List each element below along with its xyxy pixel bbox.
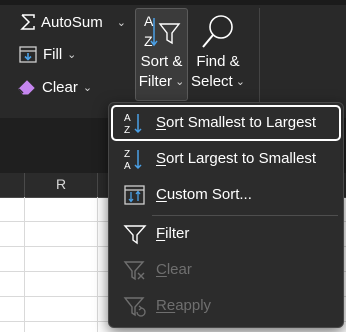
menu-item-label: Custom Sort... (156, 186, 252, 203)
svg-text:Z: Z (124, 149, 130, 160)
ribbon-group-divider (259, 8, 260, 116)
sort-descending-icon: Z A (124, 149, 142, 170)
fill-button[interactable]: Fill ⌄ (18, 44, 76, 64)
column-separator[interactable] (97, 173, 98, 197)
find-select-button[interactable]: Find & Select ⌄ (190, 9, 246, 99)
chevron-down-icon: ⌄ (116, 16, 126, 29)
magnifier-icon (202, 15, 233, 48)
sort-filter-icon: A Z (144, 13, 180, 49)
find-select-label-line2: Select (191, 73, 233, 90)
eraser-icon (18, 80, 35, 95)
ribbon-top-strip (0, 0, 346, 5)
menu-item-label: Filter (156, 225, 190, 242)
menu-item-clear-filter[interactable]: Clear (113, 254, 339, 286)
svg-text:Z: Z (124, 125, 130, 134)
svg-text:A: A (144, 13, 154, 29)
menu-item-custom-sort[interactable]: Custom Sort... (113, 179, 339, 211)
fill-label: Fill (43, 45, 63, 63)
filter-icon (123, 225, 147, 245)
chevron-down-icon: ⌄ (235, 76, 245, 88)
menu-item-reapply-filter[interactable]: Reapply (113, 290, 339, 322)
menu-item-sort-largest-to-smallest[interactable]: Z A Sort Largest to Smallest (113, 143, 339, 175)
grid-line (97, 197, 98, 332)
sort-filter-button[interactable]: A Z Sort & Filter ⌄ (135, 8, 188, 101)
autosum-label: AutoSum (41, 13, 103, 31)
svg-text:A: A (124, 161, 131, 170)
column-separator[interactable] (24, 173, 25, 197)
clear-button[interactable]: Clear ⌄ (16, 77, 92, 97)
column-header-r[interactable]: R (56, 176, 66, 192)
custom-sort-icon (124, 185, 145, 205)
sort-filter-label-line1: Sort & (140, 53, 183, 70)
sort-filter-menu: A Z Sort Smallest to Largest Z A Sort La… (108, 102, 344, 328)
clear-filter-icon (123, 261, 145, 281)
menu-item-label: Sort Smallest to Largest (156, 114, 317, 131)
grid-line (24, 197, 25, 332)
autosum-button[interactable]: AutoSum ⌄ (18, 12, 126, 32)
menu-separator (152, 215, 338, 216)
sigma-icon (20, 14, 35, 30)
menu-item-label: Reapply (156, 297, 212, 314)
chevron-down-icon: ⌄ (67, 48, 77, 61)
reapply-filter-icon (123, 297, 146, 317)
chevron-down-icon: ⌄ (82, 81, 93, 94)
clear-label: Clear (42, 78, 78, 96)
svg-text:A: A (124, 113, 131, 124)
chevron-down-icon: ⌄ (175, 76, 185, 88)
menu-item-filter[interactable]: Filter (113, 218, 339, 250)
menu-item-sort-smallest-to-largest[interactable]: A Z Sort Smallest to Largest (111, 105, 341, 141)
fill-down-icon (19, 46, 37, 63)
sort-ascending-icon: A Z (124, 113, 142, 134)
menu-item-label: Sort Largest to Smallest (156, 150, 317, 167)
sort-filter-label-line2: Filter (138, 73, 173, 90)
find-select-label-line1: Find & (196, 53, 240, 70)
menu-item-label: Clear (156, 261, 192, 278)
